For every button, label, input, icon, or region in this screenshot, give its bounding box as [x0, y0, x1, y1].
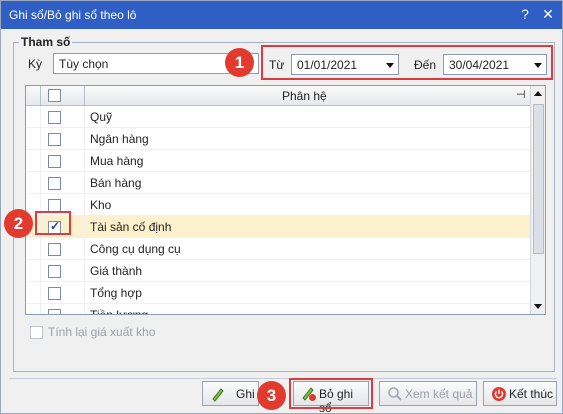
- column-separator: [84, 194, 85, 216]
- column-separator: [40, 128, 41, 150]
- tu-label: Từ: [269, 58, 285, 72]
- ghi-button-label: Ghi: [236, 387, 255, 401]
- row-checkbox[interactable]: [48, 155, 61, 168]
- xem-ket-qua-button[interactable]: Xem kết quả: [379, 381, 477, 406]
- row-label: Tài sản cố định: [90, 220, 172, 234]
- ghi-button[interactable]: Ghi: [202, 381, 259, 406]
- row-label: Tiền lương: [90, 308, 149, 315]
- tu-date-field[interactable]: 01/01/2021: [291, 54, 399, 75]
- grid-scrollbar[interactable]: [530, 86, 545, 314]
- scroll-down-icon[interactable]: [534, 304, 542, 309]
- den-date-field[interactable]: 30/04/2021: [443, 54, 547, 75]
- step-badge-2: 2: [4, 209, 33, 238]
- row-checkbox[interactable]: [48, 177, 61, 190]
- grid-row[interactable]: Tổng hợp: [26, 282, 530, 304]
- row-checkbox[interactable]: [48, 133, 61, 146]
- recalc-label: Tính lại giá xuất kho: [48, 325, 156, 339]
- column-separator: [84, 216, 85, 238]
- grid-row[interactable]: Bán hàng: [26, 172, 530, 194]
- row-checkbox[interactable]: [48, 287, 61, 300]
- row-label: Bán hàng: [90, 176, 142, 190]
- scroll-thumb[interactable]: [533, 104, 544, 254]
- row-checkbox[interactable]: [48, 243, 61, 256]
- column-separator: [84, 86, 85, 106]
- params-group-title: Tham số: [19, 35, 73, 49]
- grid-row[interactable]: Quỹ: [26, 106, 530, 128]
- dialog-window: Ghi sổ/Bỏ ghi sổ theo lô ? ✕ Tham số Kỳ …: [0, 0, 563, 414]
- row-label: Giá thành: [90, 264, 143, 278]
- column-separator: [40, 106, 41, 128]
- column-separator: [84, 238, 85, 260]
- column-separator: [40, 304, 41, 314]
- close-icon[interactable]: ✕: [539, 5, 557, 23]
- tu-value: 01/01/2021: [297, 58, 358, 72]
- select-all-checkbox[interactable]: [48, 89, 61, 102]
- power-icon: [492, 387, 506, 401]
- grid-row[interactable]: Tài sản cố định: [26, 216, 530, 238]
- chevron-down-icon[interactable]: [532, 59, 544, 71]
- window-title: Ghi sổ/Bỏ ghi sổ theo lô: [9, 8, 137, 22]
- column-separator: [40, 86, 41, 106]
- column-separator: [84, 260, 85, 282]
- column-separator: [40, 260, 41, 282]
- column-separator: [40, 282, 41, 304]
- xem-ket-qua-label: Xem kết quả: [405, 387, 473, 401]
- row-checkbox[interactable]: [48, 265, 61, 278]
- row-checkbox[interactable]: [48, 309, 61, 314]
- magnifier-icon: [388, 387, 402, 401]
- row-checkbox[interactable]: [48, 111, 61, 124]
- column-separator: [84, 128, 85, 150]
- column-separator: [84, 282, 85, 304]
- row-label: Quỹ: [90, 110, 113, 124]
- scroll-up-icon[interactable]: [534, 91, 542, 96]
- footer-divider: [9, 378, 557, 379]
- column-separator: [84, 150, 85, 172]
- help-icon[interactable]: ?: [516, 5, 534, 23]
- unpost-highlight: [289, 378, 373, 409]
- grid-row[interactable]: Tiền lương: [26, 304, 530, 315]
- module-grid: Phân hệ ⊣ Quỹ Ngân hàng Mua hàng Bán hàng Kh…: [25, 85, 546, 315]
- step-badge-1: 1: [225, 48, 254, 77]
- recalc-checkbox[interactable]: [30, 326, 43, 339]
- column-separator: [40, 238, 41, 260]
- pin-icon[interactable]: ⊣: [516, 88, 526, 101]
- step-badge-3: 3: [257, 381, 286, 410]
- grid-row[interactable]: Ngân hàng: [26, 128, 530, 150]
- grid-row[interactable]: Giá thành: [26, 260, 530, 282]
- column-separator: [40, 150, 41, 172]
- phan-he-header: Phân hệ: [282, 89, 327, 103]
- ky-label: Kỳ: [28, 57, 43, 71]
- checkbox-highlight: [35, 211, 71, 235]
- ket-thuc-button[interactable]: Kết thúc: [483, 381, 557, 406]
- row-label: Ngân hàng: [90, 132, 149, 146]
- ky-value: Tùy chọn: [59, 57, 109, 71]
- row-label: Công cụ dụng cụ: [90, 242, 181, 256]
- column-separator: [84, 172, 85, 194]
- ket-thuc-label: Kết thúc: [509, 387, 554, 401]
- row-label: Mua hàng: [90, 154, 144, 168]
- den-value: 30/04/2021: [449, 58, 510, 72]
- grid-row[interactable]: Kho: [26, 194, 530, 216]
- grid-row[interactable]: Công cụ dụng cụ: [26, 238, 530, 260]
- column-separator: [84, 304, 85, 314]
- row-label: Kho: [90, 198, 112, 212]
- pen-icon: [212, 388, 224, 402]
- row-label: Tổng hợp: [90, 286, 142, 300]
- column-separator: [40, 172, 41, 194]
- chevron-down-icon[interactable]: [384, 59, 396, 71]
- title-bar: Ghi sổ/Bỏ ghi sổ theo lô ? ✕: [1, 1, 562, 29]
- den-label: Đến: [414, 58, 437, 72]
- grid-row[interactable]: Mua hàng: [26, 150, 530, 172]
- column-separator: [84, 106, 85, 128]
- grid-header: Phân hệ ⊣: [26, 86, 530, 106]
